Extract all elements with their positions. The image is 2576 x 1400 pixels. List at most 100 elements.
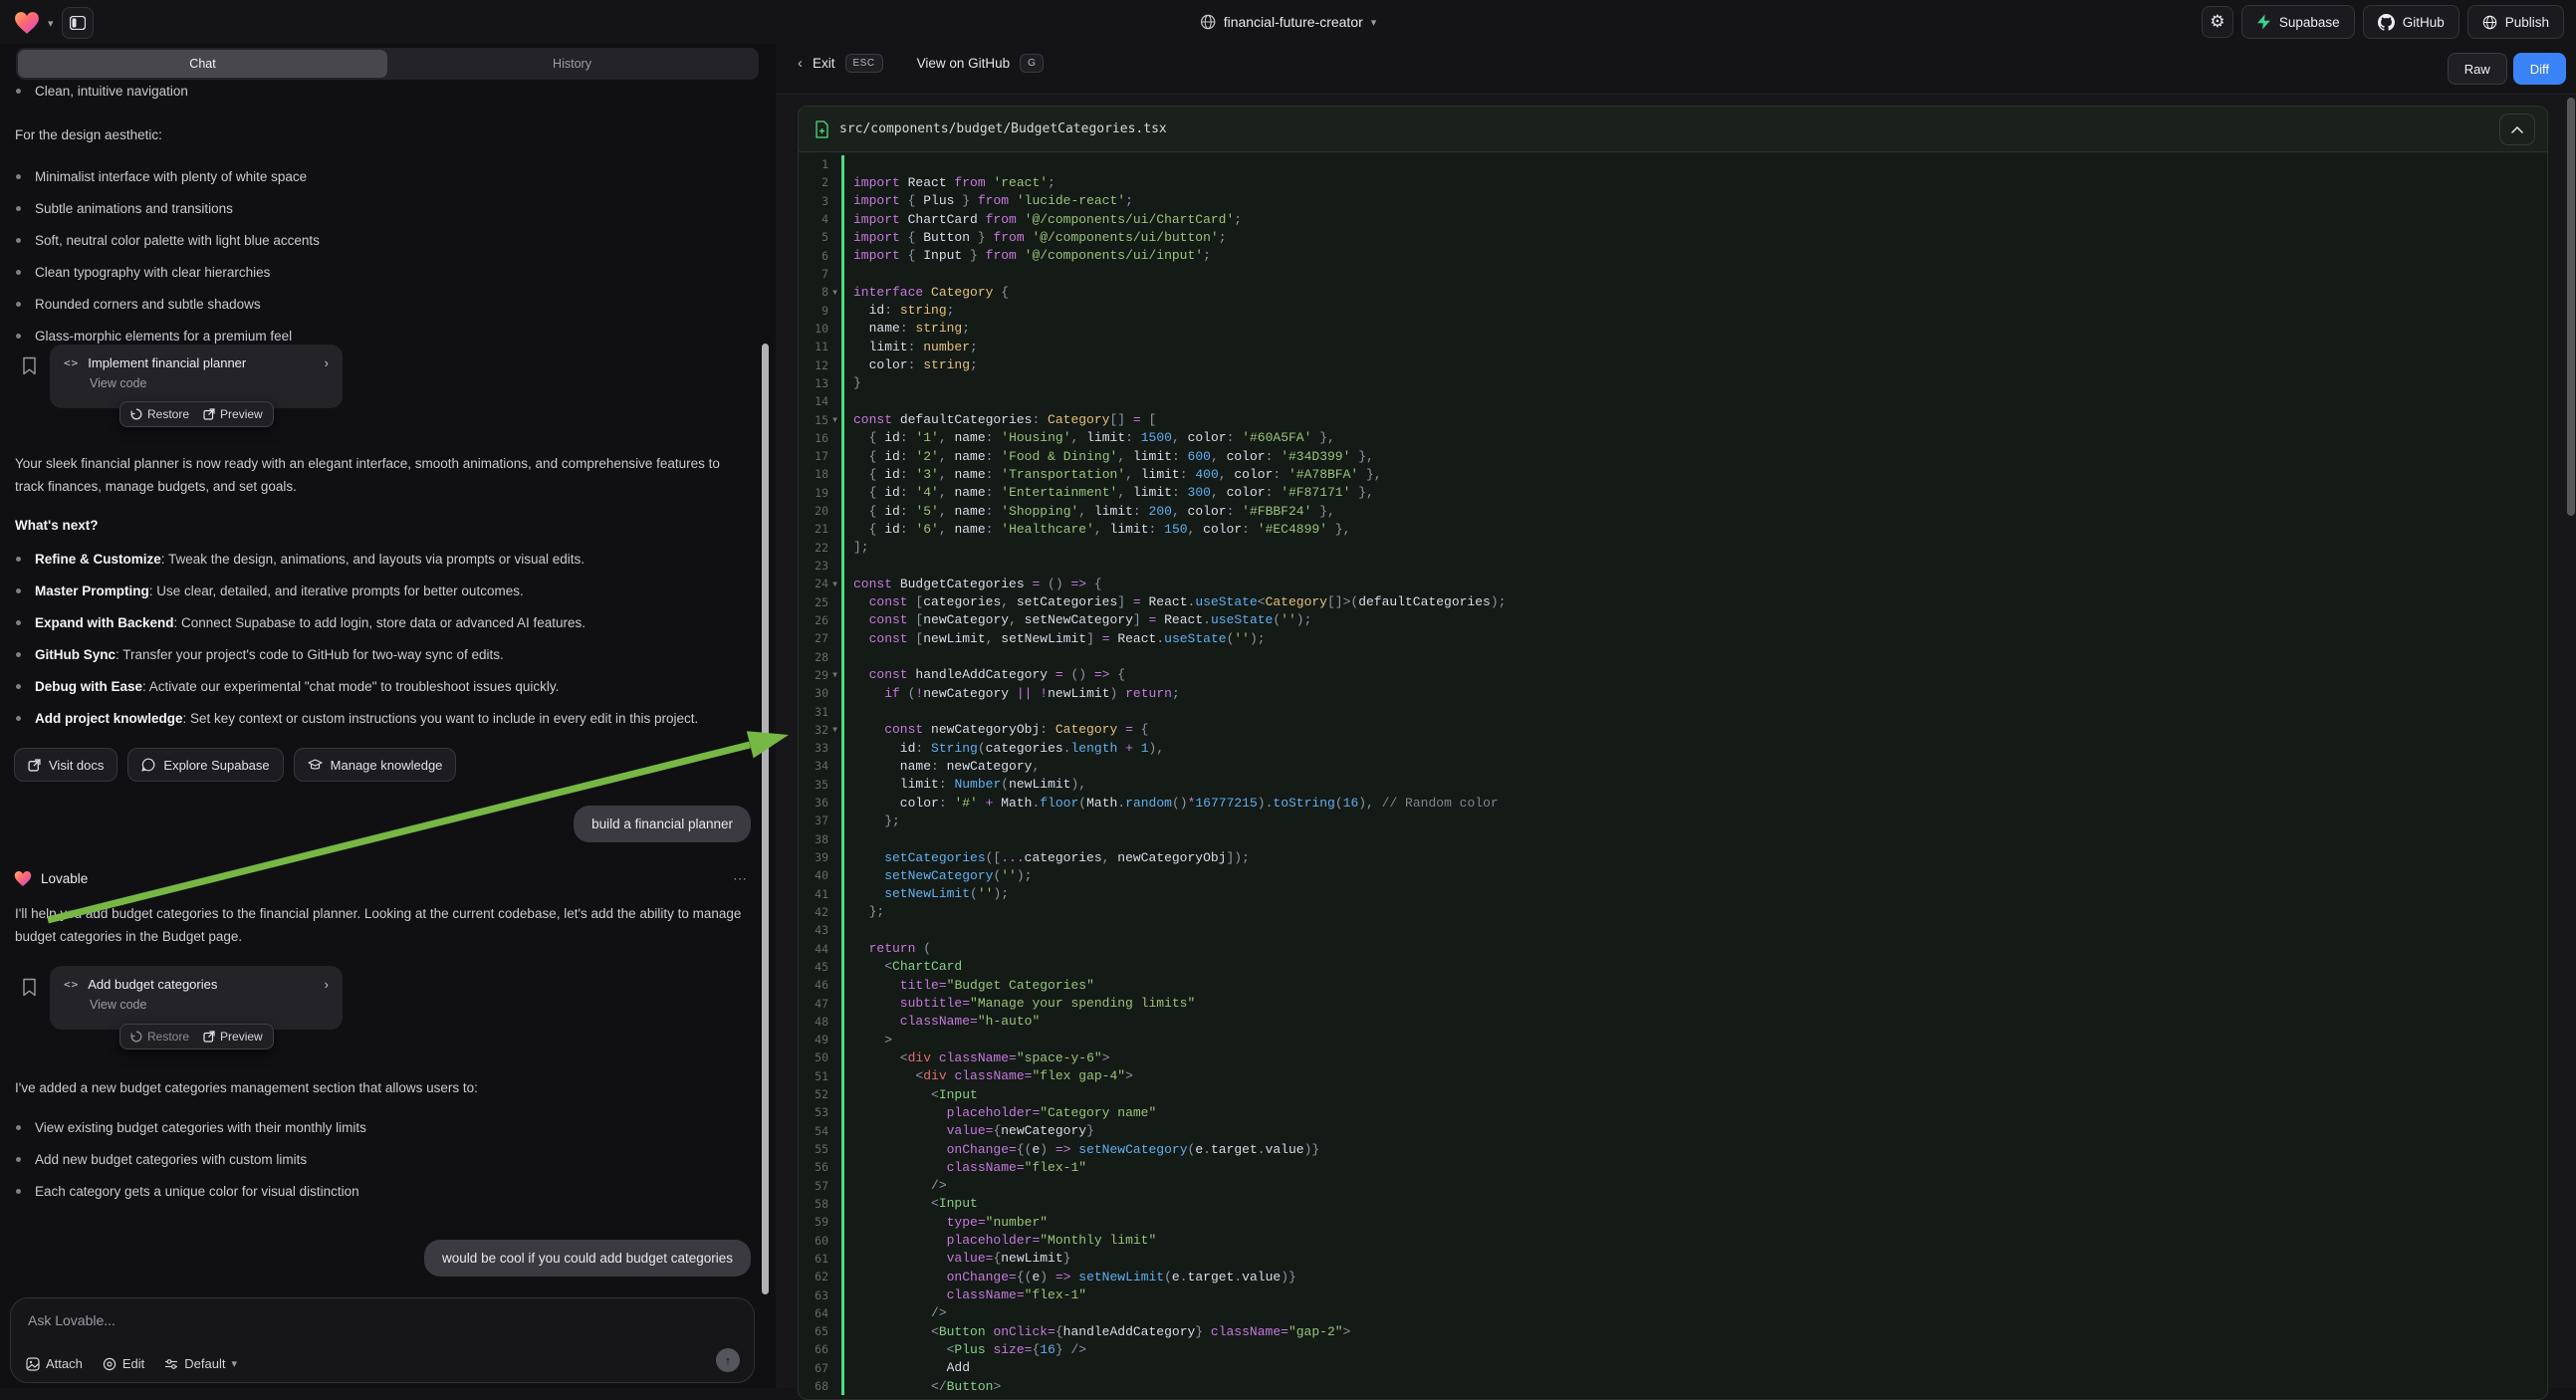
restore-button[interactable]: Restore <box>130 1030 189 1044</box>
bookmark-icon[interactable] <box>22 978 37 997</box>
back-chevron-icon[interactable]: ‹ <box>798 55 803 72</box>
view-code-link[interactable]: View code <box>90 998 329 1012</box>
view-code-link[interactable]: View code <box>90 376 329 390</box>
diff-added-gutter <box>841 1049 844 1066</box>
line-number: 43 <box>799 923 828 937</box>
code-line: 21 { id: '6', name: 'Healthcare', limit:… <box>799 520 2547 538</box>
line-number: 8 <box>799 285 828 299</box>
supabase-bolt-icon <box>2256 14 2271 30</box>
preview-button[interactable]: Preview <box>203 1030 263 1044</box>
diff-toggle-button[interactable]: Diff <box>2513 53 2566 85</box>
code-line: 55 onChange={(e) => setNewCategory(e.tar… <box>799 1140 2547 1158</box>
diff-added-gutter <box>841 1177 844 1195</box>
diff-added-gutter <box>841 647 844 665</box>
code-line: 18 { id: '3', name: 'Transportation', li… <box>799 465 2547 483</box>
code-line: 49 > <box>799 1031 2547 1049</box>
mode-selector[interactable]: Default ▾ <box>164 1356 237 1371</box>
fold-chevron-icon[interactable]: ▼ <box>828 670 841 679</box>
github-button[interactable]: GitHub <box>2363 5 2459 39</box>
code-line: 63 className="flex-1" <box>799 1285 2547 1303</box>
arrow-up-icon: ↑ <box>725 1353 732 1368</box>
restore-button[interactable]: Restore <box>130 407 189 421</box>
explore-supabase-button[interactable]: Explore Supabase <box>127 748 283 782</box>
raw-toggle-button[interactable]: Raw <box>2448 53 2507 85</box>
preview-button[interactable]: Preview <box>203 407 263 421</box>
line-number: 35 <box>799 778 828 792</box>
diff-added-gutter <box>841 410 844 428</box>
publish-button[interactable]: Publish <box>2467 5 2564 39</box>
code-line: 48 className="h-auto" <box>799 1013 2547 1031</box>
bullet-item: Master Prompting: Use clear, detailed, a… <box>0 580 757 602</box>
code-view-panel: ‹ Exit esc View on GitHub G Raw Diff src… <box>776 44 2576 1388</box>
edit-button[interactable]: Edit <box>103 1356 144 1371</box>
diff-added-gutter <box>841 903 844 921</box>
code-icon: <> <box>64 356 79 369</box>
line-number: 55 <box>799 1142 828 1156</box>
code-line: 2import React from 'react'; <box>799 173 2547 191</box>
code-line: 30 if (!newCategory || !newLimit) return… <box>799 684 2547 702</box>
line-number: 61 <box>799 1252 828 1266</box>
code-view-header: ‹ Exit esc View on GitHub G Raw Diff <box>776 44 2576 95</box>
diff-added-gutter <box>841 958 844 976</box>
code-line: 22]; <box>799 539 2547 557</box>
line-number: 42 <box>799 905 828 919</box>
exit-button[interactable]: Exit <box>813 56 835 71</box>
external-link-icon <box>28 759 41 772</box>
visit-docs-button[interactable]: Visit docs <box>14 748 117 782</box>
code-line: 40 setNewCategory(''); <box>799 866 2547 884</box>
user-message: build a financial planner <box>574 806 751 842</box>
edit-target-icon <box>103 1357 117 1371</box>
lovable-logo-icon[interactable] <box>14 11 40 35</box>
fold-chevron-icon[interactable]: ▼ <box>828 415 841 424</box>
version-card-1-toolbar: Restore Preview <box>119 401 274 427</box>
project-chevron-down-icon: ▾ <box>1371 16 1377 29</box>
sidebar-toggle-button[interactable] <box>62 7 94 39</box>
project-switcher[interactable]: financial-future-creator ▾ <box>1200 0 1377 44</box>
added-file-icon <box>815 120 829 138</box>
code-line: 65 <Button onClick={handleAddCategory} c… <box>799 1322 2547 1340</box>
version-card-implement-financial-planner[interactable]: <> Implement financial planner › View co… <box>50 345 343 408</box>
composer-input[interactable]: Ask Lovable... <box>28 1312 116 1328</box>
code-line: 12 color: string; <box>799 355 2547 373</box>
code-line: 57 /> <box>799 1177 2547 1195</box>
tab-chat[interactable]: Chat <box>18 50 387 78</box>
code-line: 4import ChartCard from '@/components/ui/… <box>799 210 2547 228</box>
fold-chevron-icon[interactable]: ▼ <box>828 580 841 588</box>
manage-knowledge-button[interactable]: Manage knowledge <box>294 748 457 782</box>
chat-composer[interactable]: Ask Lovable... Attach Edit Default ▾ ↑ <box>10 1297 755 1383</box>
settings-button[interactable]: ⚙ <box>2202 6 2233 38</box>
tab-history[interactable]: History <box>387 50 757 78</box>
code-line: 33 id: String(categories.length + 1), <box>799 739 2547 757</box>
attach-button[interactable]: Attach <box>26 1356 83 1371</box>
view-on-github-link[interactable]: View on GitHub <box>917 56 1011 71</box>
bookmark-icon[interactable] <box>22 356 37 375</box>
line-number: 26 <box>799 613 828 627</box>
send-button[interactable]: ↑ <box>716 1348 740 1372</box>
file-path-bar[interactable]: src/components/budget/BudgetCategories.t… <box>799 107 2547 152</box>
restore-icon <box>130 408 142 420</box>
line-number: 11 <box>799 340 828 353</box>
workspace-chevron-down-icon[interactable]: ▾ <box>48 17 54 30</box>
fold-chevron-icon[interactable]: ▼ <box>828 725 841 734</box>
diff-added-gutter <box>841 1158 844 1176</box>
page-scrollbar[interactable] <box>2567 98 2575 516</box>
message-menu-button[interactable]: ⋯ <box>733 870 749 887</box>
line-number: 40 <box>799 868 828 882</box>
diff-added-gutter <box>841 210 844 228</box>
chat-tab-bar: Chat History <box>16 48 759 80</box>
chat-scrollbar[interactable] <box>762 344 769 1294</box>
code-line: 32▼ const newCategoryObj: Category = { <box>799 721 2547 739</box>
code-line: 31 <box>799 702 2547 720</box>
collapse-file-button[interactable] <box>2499 114 2535 145</box>
diff-added-gutter <box>841 866 844 884</box>
supabase-button[interactable]: Supabase <box>2241 5 2355 39</box>
bullet-item: Clean typography with clear hierarchies <box>0 261 747 284</box>
lovable-heart-icon <box>14 870 32 887</box>
version-card-add-budget-categories[interactable]: <> Add budget categories › View code <box>50 966 343 1030</box>
fold-chevron-icon[interactable]: ▼ <box>828 288 841 297</box>
code-line: 44 return ( <box>799 939 2547 957</box>
line-number: 18 <box>799 467 828 481</box>
line-number: 23 <box>799 559 828 573</box>
code-line: 17 { id: '2', name: 'Food & Dining', lim… <box>799 447 2547 465</box>
line-number: 21 <box>799 522 828 536</box>
